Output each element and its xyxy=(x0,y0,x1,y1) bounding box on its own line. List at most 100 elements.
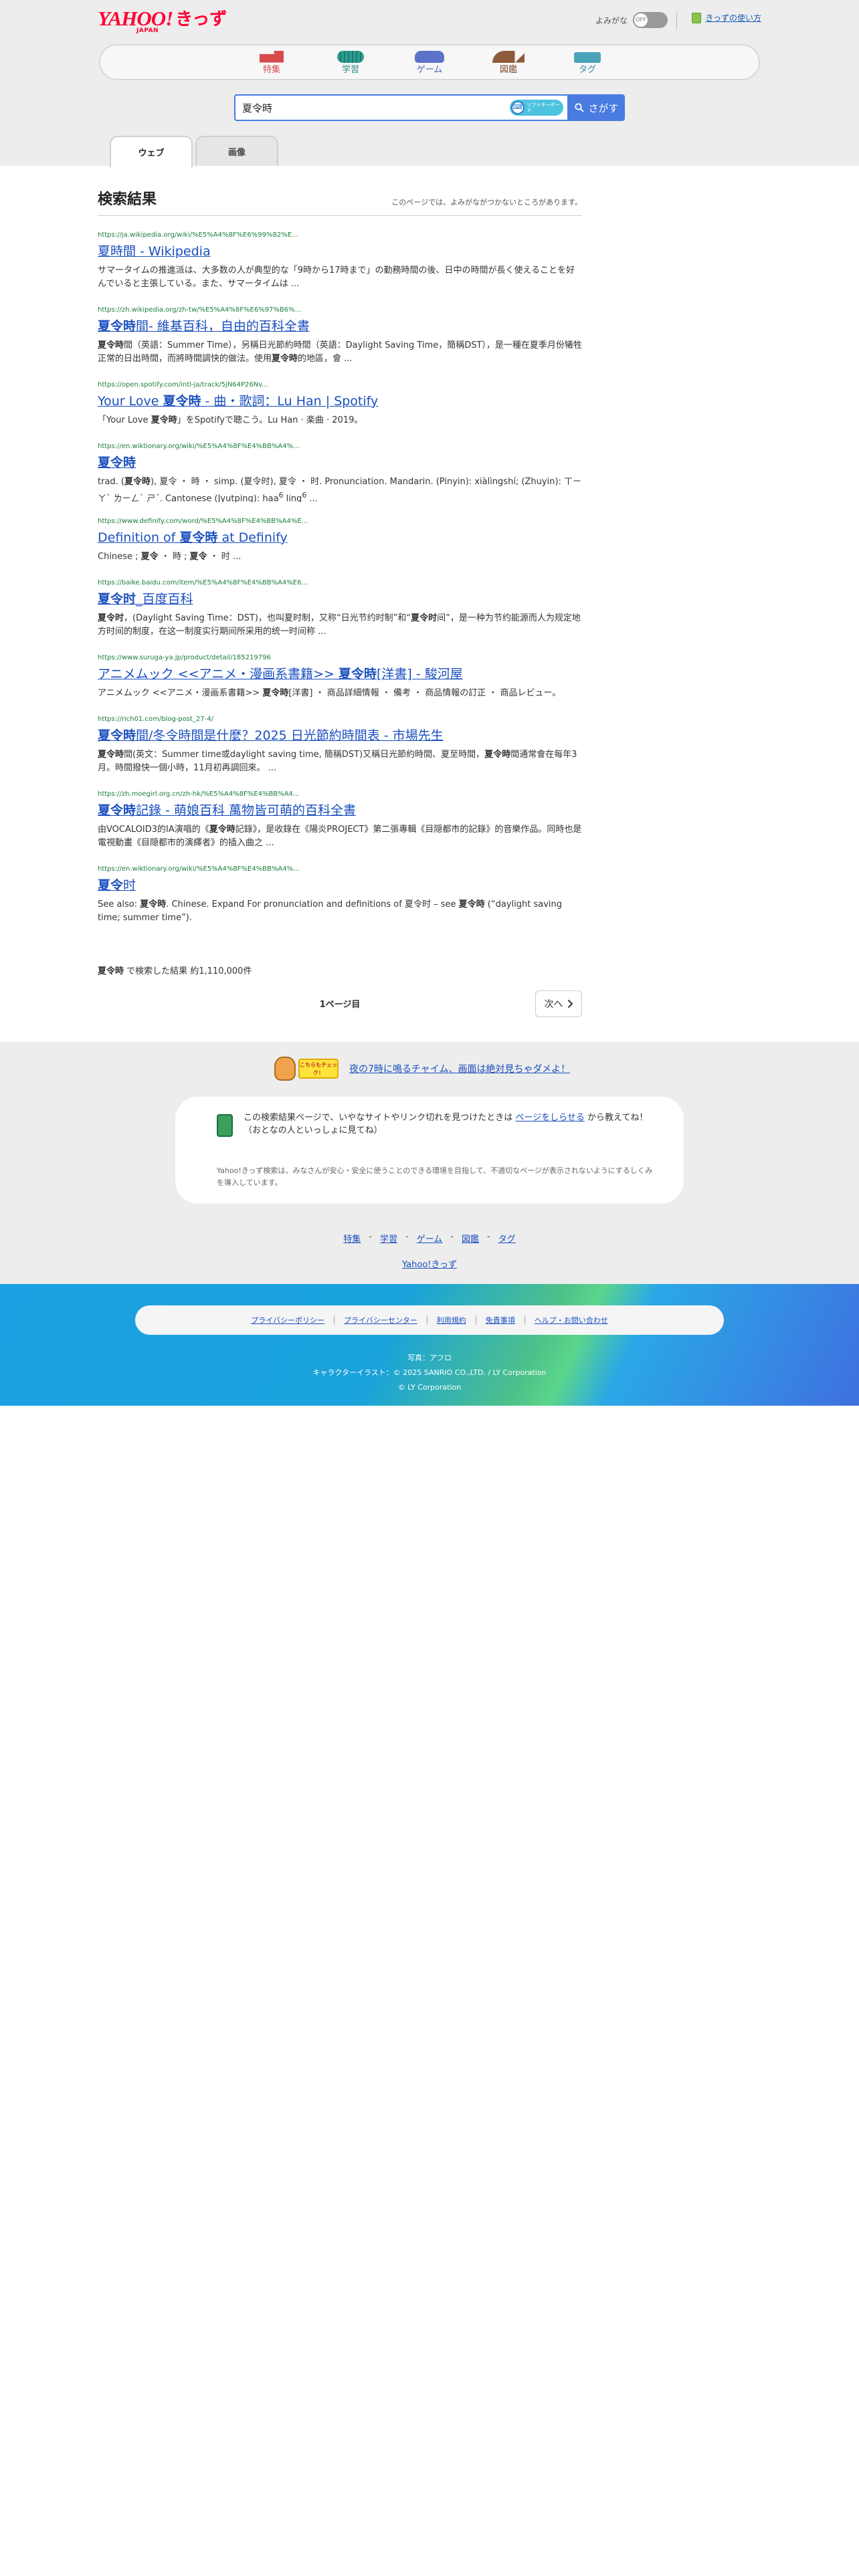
result-snippet: Chinese ; 夏令 ・ 時 ; 夏令 ・ 时 ... xyxy=(98,552,242,562)
search-result: https://rich01.com/blog-post_27-4/夏令時間/冬… xyxy=(98,715,582,775)
policy-link-help[interactable]: ヘルプ・お問い合わせ xyxy=(535,1315,608,1325)
report-card: この検索結果ページで、いやなサイトやリンク切れを見つけたときは ページをしらせる… xyxy=(175,1097,684,1204)
policy-sep xyxy=(524,1315,525,1325)
result-url: https://zh.moegirl.org.cn/zh-hk/%E5%A4%8… xyxy=(98,790,300,798)
credit-photo: 写真：アフロ xyxy=(407,1354,452,1362)
footer-sep: - xyxy=(450,1232,454,1242)
result-title-link[interactable]: 夏令時間/冬令時間是什麼？2025 日光節約時間表 - 市場先生 xyxy=(98,727,582,744)
result-url: https://www.definify.com/word/%E5%A4%8F%… xyxy=(98,518,308,525)
result-count: 夏令時 で検索した結果 約1,110,000件 xyxy=(98,966,252,976)
result-title-link[interactable]: 夏令時間- 維基百科，自由的百科全書 xyxy=(98,318,582,335)
search-result: https://ja.wikipedia.org/wiki/%E5%A4%8F%… xyxy=(98,231,582,291)
search-result: https://en.wiktionary.org/wiki/%E5%A4%8F… xyxy=(98,865,582,925)
bottom-band: プライバシーポリシー プライバシーセンター 利用規約 免責事項 ヘルプ・お問い合… xyxy=(0,1284,859,1406)
nav-label: タグ xyxy=(578,64,596,75)
soft-keyboard-button[interactable]: ⌨ ソフトキーボード xyxy=(510,100,563,116)
result-title-link[interactable]: 夏令时 xyxy=(98,877,582,894)
next-label: 次へ xyxy=(544,999,563,1010)
yomigana-label: よみがな xyxy=(595,15,628,25)
nav-item-zukan[interactable]: 図鑑 xyxy=(482,49,535,76)
nav-item-feature[interactable]: 特集 xyxy=(245,49,298,76)
logo-japan-text: JAPAN xyxy=(136,27,159,34)
result-title-link[interactable]: アニメムック <<アニメ・漫画系書籍>> 夏令時[洋書] - 駿河屋 xyxy=(98,665,582,683)
character-icon xyxy=(274,1057,296,1081)
chime-banner: こちらもチェック！ 夜の7時に鳴るチャイム、画面は絶対見ちゃダメよ！ xyxy=(274,1057,570,1081)
report-text-after: から教えてね！ xyxy=(584,1113,648,1123)
policy-link-privacy-center[interactable]: プライバシーセンター xyxy=(344,1315,417,1325)
nav-label: ゲーム xyxy=(416,64,443,75)
credit-illustration: キャラクターイラスト：© 2025 SANRIO CO.,LTD. / LY C… xyxy=(312,1368,547,1377)
search-result: https://en.wiktionary.org/wiki/%E5%A4%8F… xyxy=(98,442,582,502)
nav-label: 学習 xyxy=(341,64,359,75)
result-url: https://baike.baidu.com/item/%E5%A4%8F%E… xyxy=(98,579,308,586)
policy-bar: プライバシーポリシー プライバシーセンター 利用規約 免責事項 ヘルプ・お問い合… xyxy=(135,1305,724,1335)
chime-link[interactable]: 夜の7時に鳴るチャイム、画面は絶対見ちゃダメよ！ xyxy=(349,1062,570,1075)
result-title-link[interactable]: 夏時間 - Wikipedia xyxy=(98,243,582,260)
search-icon xyxy=(575,103,585,112)
zukan-icon xyxy=(492,50,524,63)
search-input[interactable] xyxy=(235,102,503,114)
header-area: YAHOO! きっず JAPAN よみがな OFF きっずの使い方 特集 学習 … xyxy=(0,0,859,167)
result-title-link[interactable]: Your Love 夏令時 - 曲・歌詞：Lu Han | Spotify xyxy=(98,393,582,410)
result-title-link[interactable]: Definition of 夏令時 at Definify xyxy=(98,529,582,546)
footer-link-study[interactable]: 学習 xyxy=(380,1232,397,1245)
kids-home: Yahoo!きっず xyxy=(0,1257,859,1270)
yomigana-toggle[interactable]: OFF xyxy=(633,12,668,28)
nav-label: 特集 xyxy=(262,64,280,75)
result-snippet: 由VOCALOID3的IA演唱的《夏令時記錄》，是收錄在《陽炎PROJECT》第… xyxy=(98,825,582,848)
result-snippet: 夏令时，(Daylight Saving Time：DST)，也叫夏时制，又称“… xyxy=(98,613,581,637)
yomigana-control: よみがな OFF xyxy=(595,12,668,28)
nav-item-game[interactable]: ゲーム xyxy=(403,49,456,76)
search-result: https://baike.baidu.com/item/%E5%A4%8F%E… xyxy=(98,578,582,639)
report-page-link[interactable]: ページをしらせる xyxy=(515,1113,584,1123)
result-url: https://ja.wikipedia.org/wiki/%E5%A4%8F%… xyxy=(98,231,298,239)
footer-link-feature[interactable]: 特集 xyxy=(343,1232,361,1245)
check-badge: こちらもチェック！ xyxy=(274,1057,339,1081)
result-snippet: See also: 夏令時. Chinese. Expand For pronu… xyxy=(98,899,562,923)
search-button[interactable]: さがす xyxy=(569,94,625,121)
game-icon xyxy=(415,50,444,63)
results-header: 検索結果 このページでは、よみがながつかないところがあります。 xyxy=(98,187,582,216)
footer-link-tag[interactable]: タグ xyxy=(498,1232,516,1245)
result-snippet: 夏令時間(英文：Summer time或daylight saving time… xyxy=(98,750,577,773)
policy-link-terms[interactable]: 利用規約 xyxy=(437,1315,466,1325)
tab-images[interactable]: 画像 xyxy=(195,136,278,166)
result-title-link[interactable]: 夏令时_百度百科 xyxy=(98,591,582,608)
footer-link-zukan[interactable]: 図鑑 xyxy=(462,1232,479,1245)
policy-link-privacy[interactable]: プライバシーポリシー xyxy=(251,1315,324,1325)
footer-sep: - xyxy=(369,1232,372,1242)
footer-link-game[interactable]: ゲーム xyxy=(417,1232,443,1245)
current-page: 1ページ目 xyxy=(319,1000,361,1010)
result-url: https://www.suruga-ya.jp/product/detail/… xyxy=(98,654,271,661)
search-result: https://www.definify.com/word/%E5%A4%8F%… xyxy=(98,517,582,564)
result-title-link[interactable]: 夏令時記錄 - 萌娘百科 萬物皆可萌的百科全書 xyxy=(98,802,582,819)
topbar: YAHOO! きっず JAPAN よみがな OFF きっずの使い方 xyxy=(98,7,761,36)
search-tabs: ウェブ 画像 xyxy=(110,136,278,167)
tab-web[interactable]: ウェブ xyxy=(110,136,193,167)
footer-nav: 特集 - 学習 - ゲーム - 図鑑 - タグ xyxy=(0,1232,859,1245)
result-title-link[interactable]: 夏令時 xyxy=(98,454,582,471)
next-page-button[interactable]: 次へ xyxy=(535,990,582,1017)
result-url: https://en.wiktionary.org/wiki/%E5%A4%8F… xyxy=(98,865,300,873)
result-url: https://open.spotify.com/intl-ja/track/5… xyxy=(98,381,268,389)
policy-link-disclaimer[interactable]: 免責事項 xyxy=(486,1315,515,1325)
result-snippet: アニメムック <<アニメ・漫画系書籍>> 夏令時[洋書] ・ 商品詳細情報 ・ … xyxy=(98,688,561,698)
nav-item-tag[interactable]: タグ xyxy=(561,49,614,76)
result-snippet: 夏令時間（英語：Summer Time），另稱日光節約時間（英語：Dayligh… xyxy=(98,340,582,364)
study-icon xyxy=(337,50,364,63)
results-note: このページでは、よみがながつかないところがあります。 xyxy=(391,198,582,207)
search-bar: ⌨ ソフトキーボード さがす xyxy=(234,94,625,121)
howto-link[interactable]: きっずの使い方 xyxy=(692,12,761,23)
footer-sep: - xyxy=(487,1232,490,1242)
nav-item-study[interactable]: 学習 xyxy=(324,49,377,76)
soft-keyboard-label: ソフトキーボード xyxy=(527,102,560,113)
search-result: https://zh.moegirl.org.cn/zh-hk/%E5%A4%8… xyxy=(98,790,582,850)
nav-label: 図鑑 xyxy=(499,64,517,75)
logo-kids-text: きっず xyxy=(175,9,227,29)
yomigana-toggle-state: OFF xyxy=(634,13,648,27)
result-url: https://rich01.com/blog-post_27-4/ xyxy=(98,716,214,723)
search-input-wrap: ⌨ ソフトキーボード xyxy=(234,94,569,121)
yahoo-kids-logo[interactable]: YAHOO! きっず JAPAN xyxy=(98,7,227,34)
policy-sep xyxy=(334,1315,335,1325)
kids-home-link[interactable]: Yahoo!きっず xyxy=(402,1260,457,1270)
